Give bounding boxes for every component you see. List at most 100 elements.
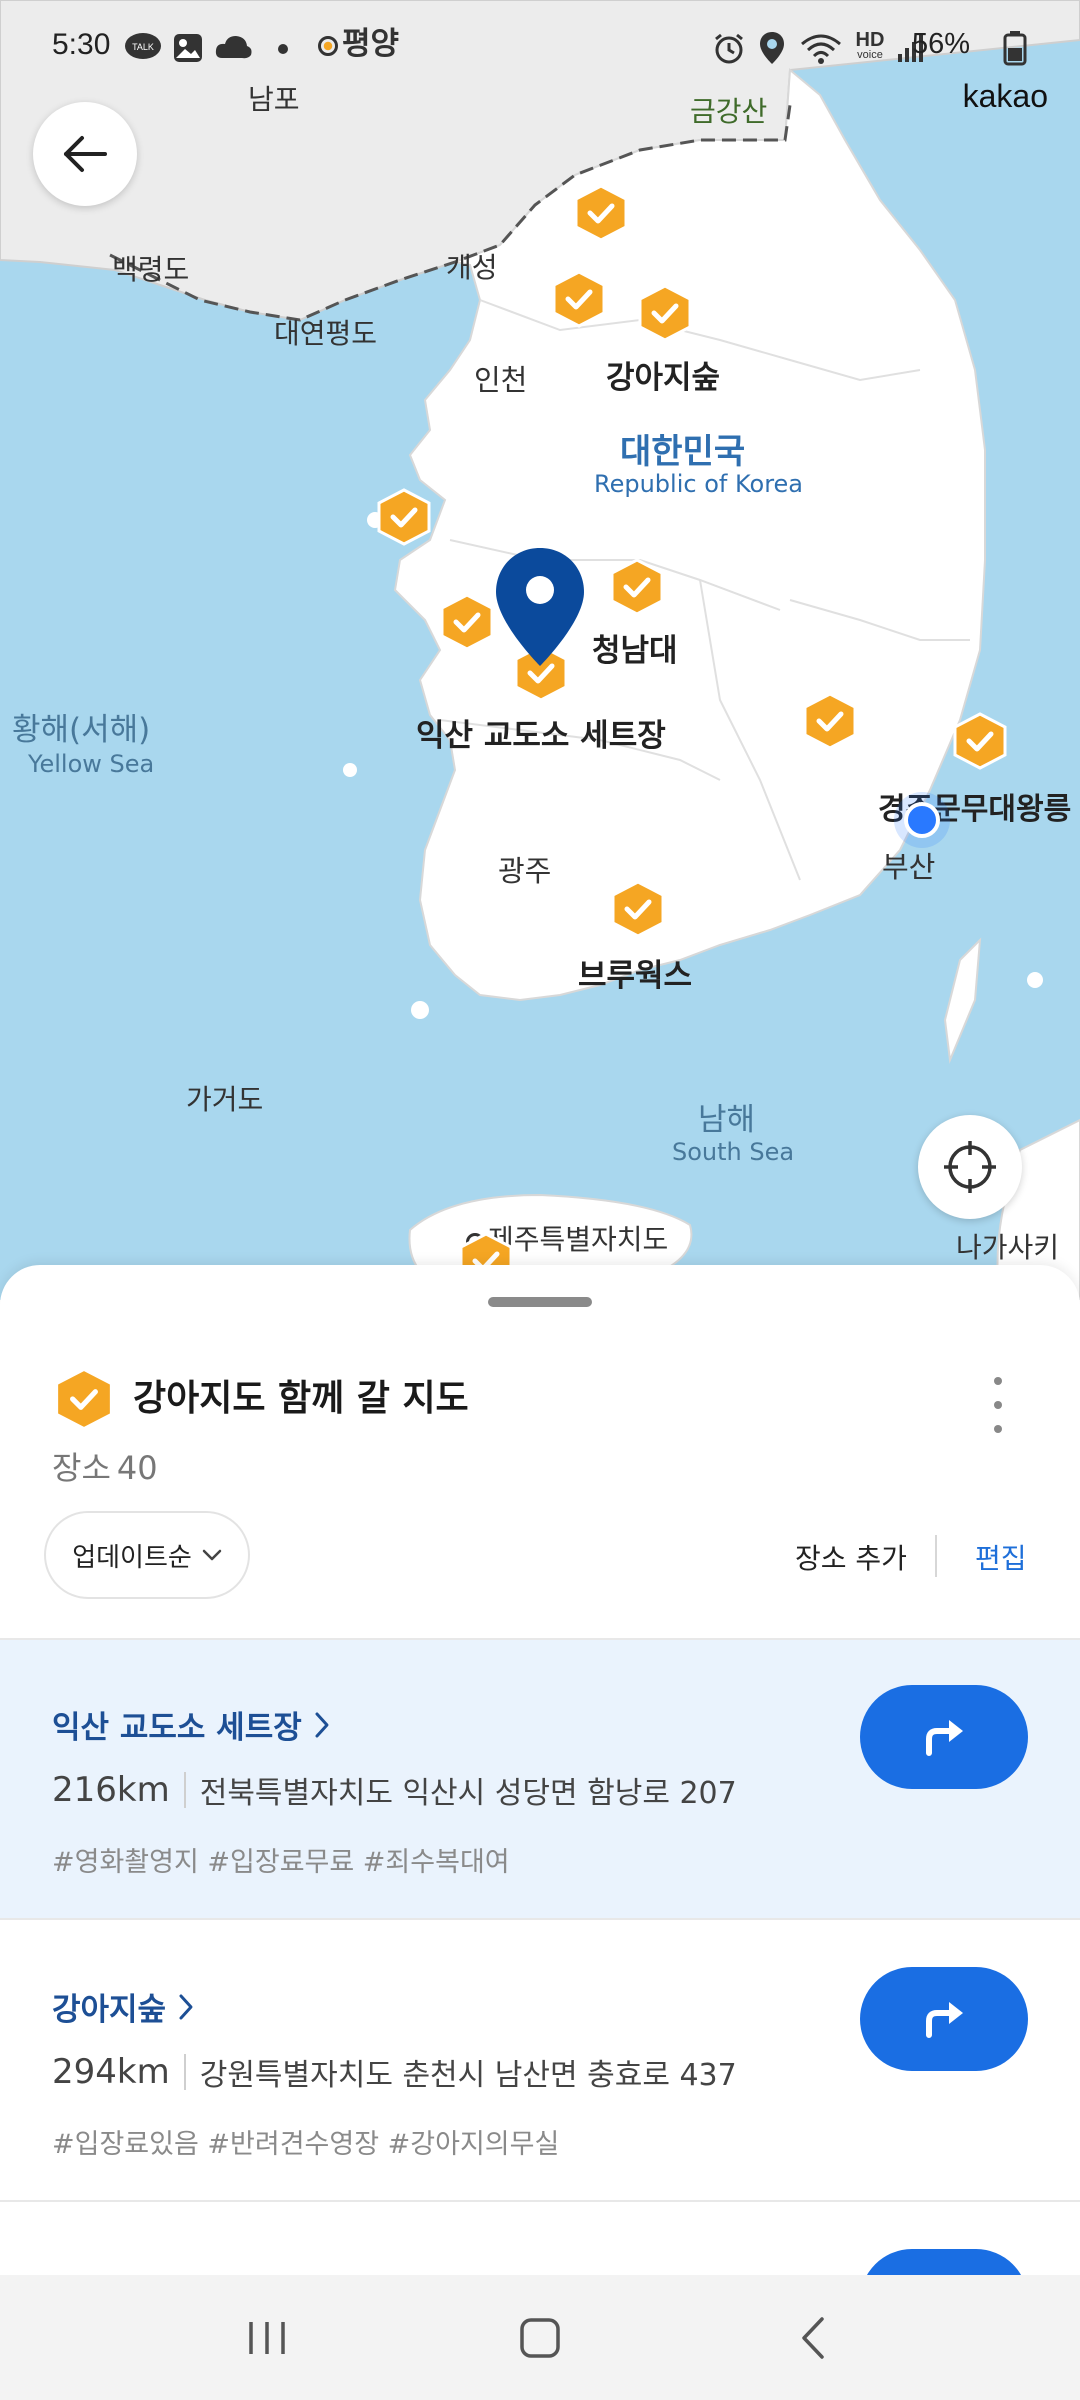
wifi-icon — [801, 34, 841, 64]
map-marker-check-icon[interactable] — [638, 284, 692, 342]
place-address: 전북특별자치도 익산시 성당면 함낭로 207 — [199, 1776, 737, 1811]
battery-icon — [1003, 31, 1027, 66]
map-collection-title: 강아지도 함께 갈 지도 — [133, 1378, 469, 1419]
place-card[interactable]: 익산 교도소 세트장 216km 전북특별자치도 익산시 성당면 함낭로 207… — [0, 1640, 1080, 1920]
place-count-label: 장소 — [52, 1449, 111, 1487]
add-place-button[interactable]: 장소 추가 — [795, 1537, 907, 1577]
status-bar: 5:30 TALK HD voice 56% — [0, 0, 1080, 92]
current-location-dot — [904, 802, 940, 838]
system-navigation-bar — [0, 2275, 1080, 2400]
home-icon — [520, 2317, 560, 2358]
notification-dot — [278, 44, 288, 54]
back-button[interactable] — [33, 102, 137, 206]
map-label-gwangju[interactable]: 광주 — [498, 848, 551, 890]
map-label-iksan-set[interactable]: 익산 교도소 세트장 — [416, 710, 666, 755]
place-name: 강아지숲 — [52, 1992, 167, 2028]
map-marker-check-icon[interactable] — [377, 488, 431, 546]
sort-dropdown[interactable]: 업데이트순 — [44, 1511, 250, 1599]
map-label-south-sea: 남해 — [698, 1102, 756, 1138]
place-tags: #입장료있음 #반려견수영장 #강아지의무실 — [52, 2129, 560, 2160]
meta-divider — [183, 1772, 186, 1808]
my-location-button[interactable] — [918, 1115, 1022, 1219]
chevron-right-icon — [179, 1994, 193, 2019]
directions-button[interactable] — [860, 2249, 1028, 2275]
kakaotalk-notification-icon: TALK — [125, 33, 161, 59]
arrow-left-icon — [64, 136, 107, 172]
map-label-brewworks[interactable]: 브루웍스 — [578, 950, 692, 995]
place-name-link[interactable]: 익산 교도소 세트장 — [52, 1702, 330, 1747]
place-name-link[interactable]: 순천조례호수공원 — [52, 2266, 308, 2275]
svg-text:TALK: TALK — [132, 42, 154, 52]
toolbar-divider — [935, 1535, 937, 1577]
map-label-gageodo[interactable]: 가거도 — [186, 1078, 263, 1118]
place-tags: #영화촬영지 #입장료무료 #죄수복대여 — [52, 1847, 510, 1878]
map-label-country-ko: 대한민국 — [620, 432, 746, 472]
map-label-south-sea-en: South Sea — [672, 1138, 795, 1166]
directions-arrow-icon — [926, 2002, 963, 2038]
map-label-daeyeonpyeongdo[interactable]: 대연평도 — [274, 312, 377, 352]
location-icon — [760, 32, 784, 64]
crosshair-icon — [944, 1141, 996, 1193]
map-label-incheon[interactable]: 인천 — [474, 357, 527, 399]
recent-apps-button[interactable] — [227, 2298, 307, 2378]
edit-button[interactable]: 편집 — [975, 1537, 1027, 1577]
battery-percent: 56% — [911, 28, 970, 60]
card-divider — [0, 2200, 1080, 2202]
map-marker-check-icon[interactable] — [610, 558, 664, 616]
home-button[interactable] — [500, 2298, 580, 2378]
map-collection-check-icon — [58, 1371, 110, 1427]
map-label-nagasaki[interactable]: 나가사키 — [956, 1226, 1059, 1266]
chevron-right-icon — [315, 1712, 329, 1737]
map-label-gaeseong[interactable]: 개성 — [446, 246, 498, 286]
map-marker-check-icon[interactable] — [440, 593, 494, 651]
map-marker-check-icon[interactable] — [552, 270, 606, 328]
place-card[interactable]: 강아지숲 294km 강원특별자치도 춘천시 남산면 충효로 437 #입장료있… — [0, 1922, 1080, 2202]
map-label-busan[interactable]: 부산 — [882, 844, 935, 886]
place-name: 순천조례호수공원 — [52, 2266, 280, 2275]
map-label-country-en: Republic of Korea — [594, 470, 804, 498]
place-meta: 294km 강원특별자치도 춘천시 남산면 충효로 437 — [52, 2050, 737, 2094]
alarm-icon — [715, 33, 743, 64]
kakao-logo: kakao — [962, 78, 1048, 114]
back-nav-button[interactable] — [773, 2298, 853, 2378]
map-marker-check-icon[interactable] — [953, 712, 1007, 770]
place-distance: 216km — [52, 1770, 170, 1810]
directions-arrow-icon — [926, 1720, 963, 1756]
place-count: 장소 40 — [52, 1443, 164, 1489]
place-count-value: 40 — [116, 1449, 158, 1487]
sheet-drag-handle[interactable] — [488, 1297, 592, 1307]
recent-apps-icon — [248, 2321, 285, 2354]
bottom-sheet[interactable]: 강아지도 함께 갈 지도 장소 40 업데이트순 장소 추가 편집 익산 교도소 … — [0, 1265, 1080, 2275]
meta-divider — [183, 2054, 186, 2090]
directions-button[interactable] — [860, 1967, 1028, 2071]
card-divider — [0, 1918, 1080, 1920]
place-meta: 216km 전북특별자치도 익산시 성당면 함낭로 207 — [52, 1768, 737, 1812]
sort-dropdown-label: 업데이트순 — [72, 1542, 192, 1573]
more-options-button[interactable] — [978, 1377, 1018, 1433]
map-label-geumgangsan[interactable]: 금강산 — [690, 90, 767, 130]
map-label-baengnyeongdo[interactable]: 백령도 — [112, 248, 189, 288]
hd-voice-indicator: HD voice — [855, 29, 885, 61]
gallery-notification-icon — [174, 34, 202, 62]
more-dot — [994, 1401, 1002, 1409]
map-marker-check-icon[interactable] — [611, 880, 665, 938]
chevron-down-icon — [202, 1549, 222, 1561]
map-label-yellow-sea-en: Yellow Sea — [28, 750, 155, 778]
place-address: 강원특별자치도 춘천시 남산면 충효로 437 — [199, 2058, 737, 2093]
place-name: 익산 교도소 세트장 — [52, 1710, 302, 1746]
cloud-notification-icon — [215, 36, 252, 59]
more-dot — [994, 1425, 1002, 1433]
place-name-link[interactable]: 강아지숲 — [52, 1984, 194, 2029]
status-time: 5:30 — [52, 28, 111, 61]
map-marker-check-icon[interactable] — [803, 692, 857, 750]
map-view[interactable]: 평양 남포 금강산 백령도 개성 대연평도 인천 강아지숲 대한민국 Repub… — [0, 0, 1080, 1300]
map-label-cheongnamdae[interactable]: 청남대 — [592, 625, 678, 670]
map-marker-check-icon[interactable] — [574, 184, 628, 242]
directions-button[interactable] — [860, 1685, 1028, 1789]
map-label-gangaji-forest[interactable]: 강아지숲 — [606, 352, 720, 397]
place-card[interactable]: 순천조례호수공원 — [0, 2204, 1080, 2275]
selected-location-pin-icon[interactable] — [492, 544, 588, 670]
chevron-left-icon — [802, 2316, 825, 2359]
map-label-yellow-sea: 황해(서해) — [12, 712, 151, 748]
place-distance: 294km — [52, 2052, 170, 2092]
